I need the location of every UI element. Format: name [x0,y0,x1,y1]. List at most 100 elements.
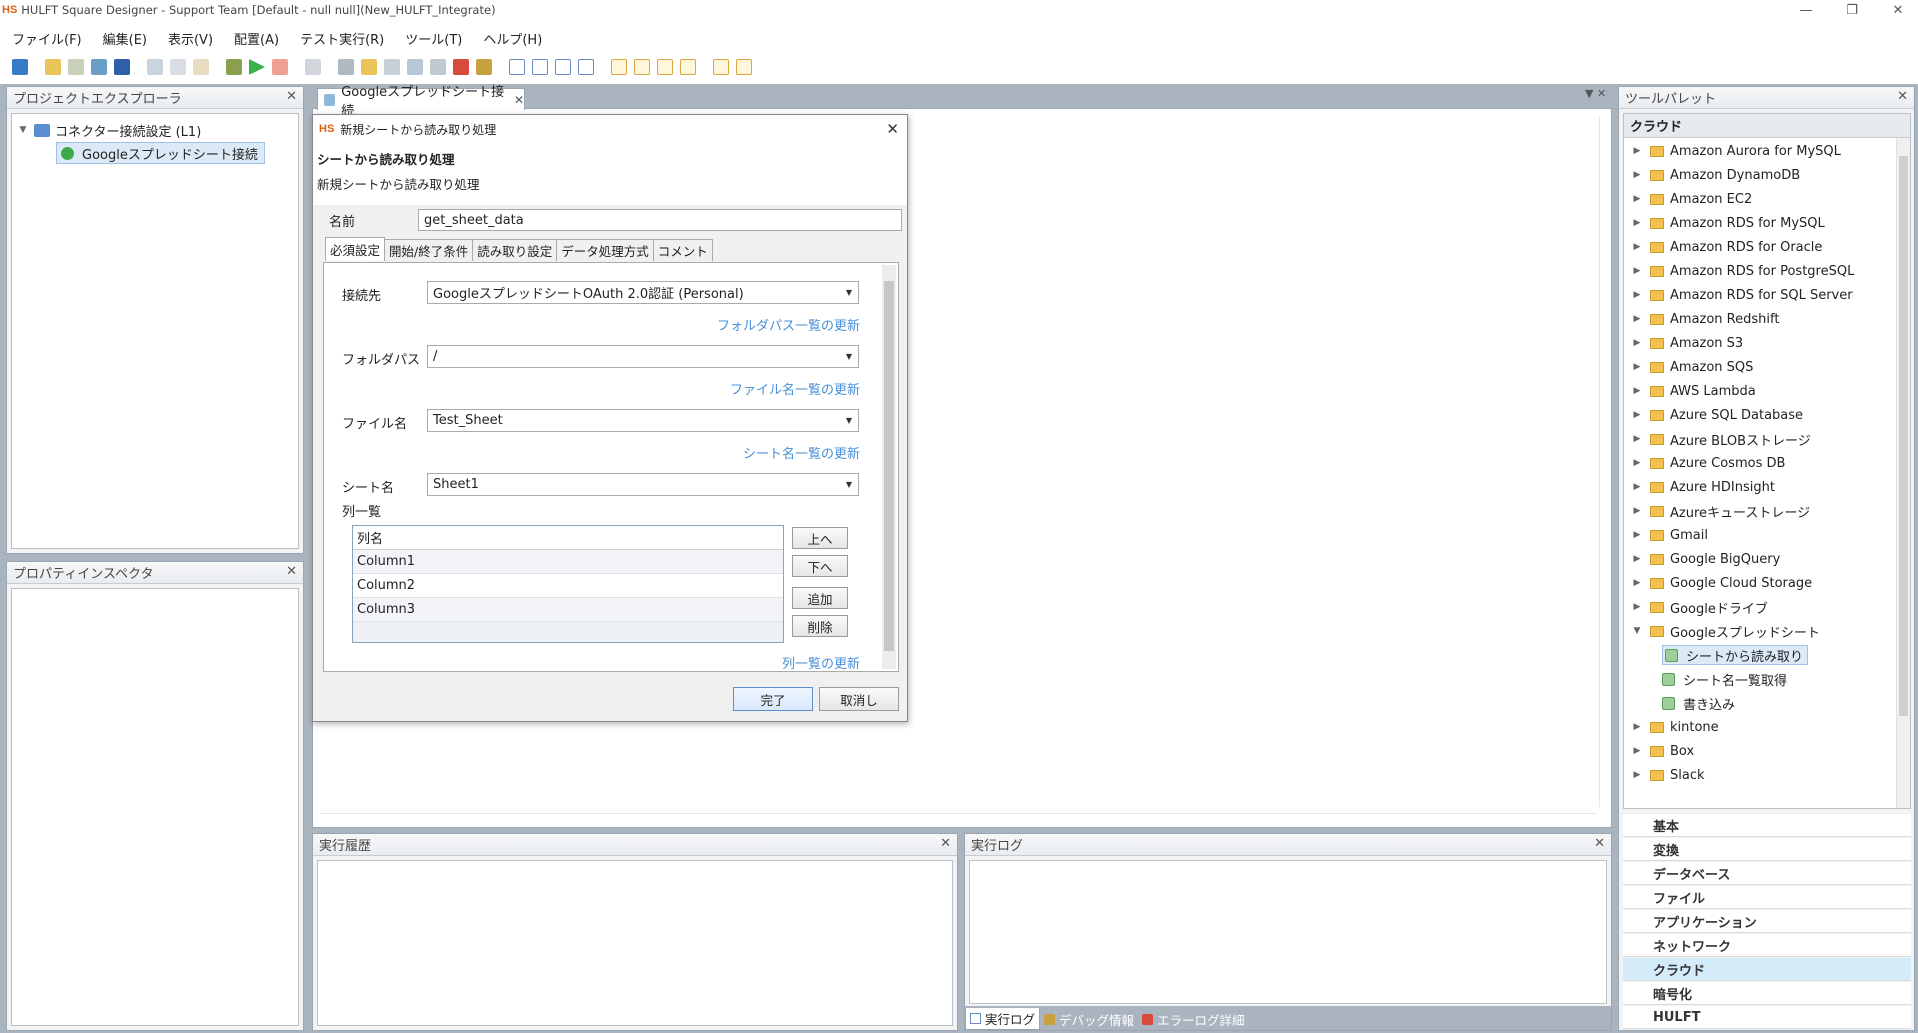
chevron-right-icon[interactable]: ▶ [1630,506,1644,516]
palette-category[interactable]: ネットワーク [1623,934,1911,957]
tab-error-log[interactable]: エラーログ詳細 [1138,1008,1249,1030]
palette-item[interactable]: ▶ Amazon RDS for Oracle [1630,237,1823,257]
run-icon[interactable] [249,59,265,75]
tab-required[interactable]: 必須設定 [325,237,386,261]
chevron-right-icon[interactable]: ▶ [1630,602,1644,612]
palette-item[interactable]: ▶ Google BigQuery [1630,549,1781,569]
palette-category[interactable]: 暗号化 [1623,982,1911,1005]
menu-help[interactable]: ヘルプ(H) [471,29,551,48]
chevron-right-icon[interactable]: ▶ [1630,482,1644,492]
palette-item[interactable]: ▶ Amazon Aurora for MySQL [1630,141,1841,161]
chevron-right-icon[interactable]: ▶ [1630,386,1644,396]
name-input[interactable]: get_sheet_data [418,209,902,231]
new-script-icon[interactable] [68,59,84,75]
chevron-right-icon[interactable]: ▶ [1630,458,1644,468]
chevron-right-icon[interactable]: ▶ [1630,410,1644,420]
chevron-right-icon[interactable]: ▶ [1630,218,1644,228]
dialog-close-icon[interactable]: ✕ [886,120,899,138]
table-row[interactable]: Column2 [353,574,783,598]
file-select[interactable]: Test_Sheet ▼ [427,409,859,432]
debug-icon[interactable] [226,59,242,75]
close-icon[interactable]: ✕ [1594,836,1605,851]
menu-arrange[interactable]: 配置(A) [222,29,288,48]
chevron-right-icon[interactable]: ▶ [1630,338,1644,348]
refresh-folder-link[interactable]: フォルダパス一覧の更新 [717,315,860,334]
palette-item[interactable]: ▶ Amazon DynamoDB [1630,165,1801,185]
palette-item[interactable]: ▶ Azure HDInsight [1630,477,1775,497]
close-icon[interactable]: ✕ [286,89,297,104]
align-left-icon[interactable] [509,59,525,75]
open-icon[interactable] [91,59,107,75]
menu-test-run[interactable]: テスト実行(R) [288,29,393,48]
tab-content-scrollbar[interactable] [882,265,896,669]
close-icon[interactable]: ✕ [940,836,951,851]
close-icon[interactable]: ✕ [286,564,297,579]
tab-comment[interactable]: コメント [652,239,713,261]
tool-icon[interactable] [338,59,354,75]
tree-child-selected[interactable]: Googleスプレッドシート接続 [56,142,265,164]
same-width-icon[interactable] [657,59,673,75]
menu-tools[interactable]: ツール(T) [393,29,471,48]
search-icon[interactable] [407,59,423,75]
palette-item[interactable]: ▶ Amazon RDS for MySQL [1630,213,1825,233]
chevron-right-icon[interactable]: ▶ [1630,770,1644,780]
cancel-button[interactable]: 取消し [819,687,899,711]
folder-icon[interactable] [361,59,377,75]
palette-item[interactable]: ▶ AWS Lambda [1630,381,1756,401]
palette-item[interactable]: ▶ Amazon RDS for PostgreSQL [1630,261,1855,281]
add-column-button[interactable]: 追加 [792,587,848,609]
palette-item[interactable]: ▶ Slack [1630,765,1705,785]
close-icon[interactable]: ✕ [1897,89,1908,104]
folder-select[interactable]: / ▼ [427,345,859,368]
chevron-right-icon[interactable]: ▶ [1630,170,1644,180]
refresh-sheet-link[interactable]: シート名一覧の更新 [743,443,860,462]
chevron-right-icon[interactable]: ▶ [1630,266,1644,276]
sheet-select[interactable]: Sheet1 ▼ [427,473,859,496]
copy-icon[interactable] [170,59,186,75]
scrollbar-thumb[interactable] [1899,156,1908,716]
palette-item[interactable]: ▶ Gmail [1630,525,1708,545]
chevron-right-icon[interactable]: ▶ [1630,290,1644,300]
document-icon[interactable] [384,59,400,75]
palette-category[interactable]: アプリケーション [1623,910,1911,933]
align-top-icon[interactable] [578,59,594,75]
editor-menu-icon[interactable]: ▼ ✕ [1585,87,1606,100]
chevron-right-icon[interactable]: ▶ [1630,746,1644,756]
align-center-icon[interactable] [532,59,548,75]
close-tab-icon[interactable]: ✕ [514,93,524,107]
chevron-down-icon[interactable]: ▼ [1630,626,1644,636]
tab-read-settings[interactable]: 読み取り設定 [472,239,558,261]
table-icon[interactable] [430,59,446,75]
tree-root[interactable]: ▼ コネクター接続設定 (L1) [16,120,201,140]
menu-file[interactable]: ファイル(F) [0,29,91,48]
palette-sub-item[interactable]: 書き込み [1662,693,1735,713]
table-row[interactable]: Column1 [353,550,783,574]
chevron-right-icon[interactable]: ▶ [1630,434,1644,444]
back-icon[interactable] [12,59,28,75]
palette-item[interactable]: ▶ Box [1630,741,1695,761]
chevron-right-icon[interactable]: ▶ [1630,242,1644,252]
chevron-right-icon[interactable]: ▶ [1630,722,1644,732]
palette-category[interactable]: クラウド [1623,958,1911,981]
stop-icon[interactable] [272,59,288,75]
distribute-h-icon[interactable] [611,59,627,75]
palette-item[interactable]: ▶ Googleドライブ [1630,597,1768,617]
editor-hscroll[interactable] [321,813,1597,823]
palette-category[interactable]: 基本 [1623,814,1911,837]
menu-edit[interactable]: 編集(E) [91,29,156,48]
paste-icon[interactable] [193,59,209,75]
tab-debug-info[interactable]: デバッグ情報 [1040,1008,1138,1030]
palette-item[interactable]: ▶ Google Cloud Storage [1630,573,1813,593]
editor-tab[interactable]: Googleスプレッドシート接続 ✕ [317,85,525,119]
palette-category[interactable]: HULFT [1623,1006,1911,1029]
palette-item[interactable]: ▶ Amazon EC2 [1630,189,1753,209]
palette-item[interactable]: ▶ Azure SQL Database [1630,405,1804,425]
palette-category[interactable]: ファイル [1623,886,1911,909]
move-down-button[interactable]: 下へ [792,555,848,577]
grid-icon[interactable] [305,59,321,75]
editor-vscroll[interactable] [1599,117,1609,807]
palette-item[interactable]: ▶ Amazon SQS [1630,357,1754,377]
same-height-icon[interactable] [680,59,696,75]
tab-exec-log[interactable]: 実行ログ [965,1008,1041,1030]
palette-item[interactable]: ▶ Azure BLOBストレージ [1630,429,1811,449]
